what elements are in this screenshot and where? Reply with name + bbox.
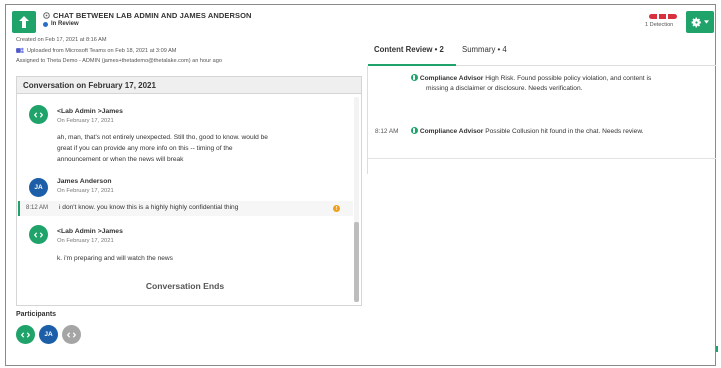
- code-brackets-icon: [34, 111, 43, 118]
- message-sender: James Anderson: [57, 178, 112, 185]
- tab-content-review[interactable]: Content Review • 2: [374, 45, 444, 54]
- review-text: Possible Collusion hit found in the chat…: [485, 128, 644, 135]
- chat-bubble-icon: [43, 12, 50, 19]
- message-line: great if you can provide any more info o…: [57, 145, 233, 152]
- uploaded-text: Uploaded from Microsoft Teams on Feb 18,…: [27, 47, 177, 54]
- warning-icon[interactable]: !: [333, 205, 340, 212]
- assigned-text: Assigned to Theta Demo - ADMIN (james+th…: [16, 58, 222, 64]
- message-sender: <Lab Admin >James: [57, 108, 123, 115]
- compliance-advisor-icon: [411, 127, 418, 134]
- participant-avatar[interactable]: [16, 325, 35, 344]
- message-sender: <Lab Admin >James: [57, 228, 123, 235]
- participant-avatar[interactable]: JA: [39, 325, 58, 344]
- created-text: Created on Feb 17, 2021 at 8:16 AM: [16, 37, 107, 43]
- assigned-meta: Assigned to Theta Demo - ADMIN (james+th…: [16, 58, 222, 64]
- settings-menu-button[interactable]: [686, 11, 714, 33]
- message-line: announcement or when the news will break: [57, 156, 184, 163]
- review-item-1[interactable]: Compliance Advisor High Risk. Found poss…: [411, 74, 701, 84]
- message-date: On February 17, 2021: [57, 118, 114, 124]
- scrollbar-thumb[interactable]: [354, 222, 359, 302]
- avatar: [29, 105, 48, 124]
- created-meta: Created on Feb 17, 2021 at 8:16 AM: [16, 37, 107, 43]
- status-badge: In Review: [43, 21, 79, 27]
- conversation-heading: Conversation on February 17, 2021: [17, 77, 361, 94]
- page-title: CHAT BETWEEN LAB ADMIN AND JAMES ANDERSO…: [43, 11, 252, 20]
- status-text: In Review: [51, 21, 79, 27]
- conversation-panel: Conversation on February 17, 2021 <Lab A…: [16, 76, 362, 306]
- edge-marker: [716, 346, 718, 352]
- review-source: Compliance Advisor: [419, 128, 484, 135]
- flagged-message-row[interactable]: 8:12 AM i don't know. you know this is a…: [18, 201, 353, 216]
- message-date: On February 17, 2021: [57, 188, 114, 194]
- detection-count: 1 Detection: [645, 22, 674, 28]
- message-line: k. i'm preparing and will watch the news: [57, 255, 173, 262]
- up-arrow-button[interactable]: [12, 11, 36, 33]
- active-tab-indicator: [368, 64, 456, 66]
- avatar: [29, 225, 48, 244]
- chevron-down-icon: [704, 20, 709, 24]
- arrow-up-icon: [19, 16, 29, 28]
- detection-severity-bar: [649, 14, 677, 19]
- message-line: ah, man, that's not entirely unexpected.…: [57, 134, 268, 141]
- compliance-advisor-icon: [411, 74, 418, 81]
- review-source: Compliance Advisor: [419, 75, 484, 82]
- review-time: 8:12 AM: [375, 128, 399, 135]
- gear-icon: [691, 17, 701, 27]
- review-item-2[interactable]: Compliance Advisor Possible Collusion hi…: [411, 127, 711, 137]
- flagged-message-text: i don't know. you know this is a highly …: [59, 204, 239, 211]
- tab-summary[interactable]: Summary • 4: [462, 45, 507, 54]
- avatar: JA: [29, 178, 48, 197]
- code-brackets-icon: [21, 331, 30, 338]
- message-date: On February 17, 2021: [57, 238, 114, 244]
- uploaded-meta: Uploaded from Microsoft Teams on Feb 18,…: [16, 47, 176, 54]
- conversation-end-label: Conversation Ends: [145, 281, 225, 291]
- code-brackets-icon: [67, 331, 76, 338]
- participants-heading: Participants: [16, 311, 57, 318]
- participant-avatar[interactable]: [62, 325, 81, 344]
- microsoft-teams-icon: [16, 47, 24, 53]
- flagged-time: 8:12 AM: [26, 205, 49, 211]
- code-brackets-icon: [34, 231, 43, 238]
- status-dot-icon: [43, 21, 48, 27]
- review-tabs: Content Review • 2 Summary • 4: [368, 40, 716, 66]
- review-text: High Risk. Found possible policy violati…: [485, 75, 652, 82]
- review-list-divider: [367, 158, 716, 159]
- title-text: CHAT BETWEEN LAB ADMIN AND JAMES ANDERSO…: [53, 11, 252, 20]
- review-item-1-line2: missing a disclaimer or disclosure. Need…: [426, 85, 583, 92]
